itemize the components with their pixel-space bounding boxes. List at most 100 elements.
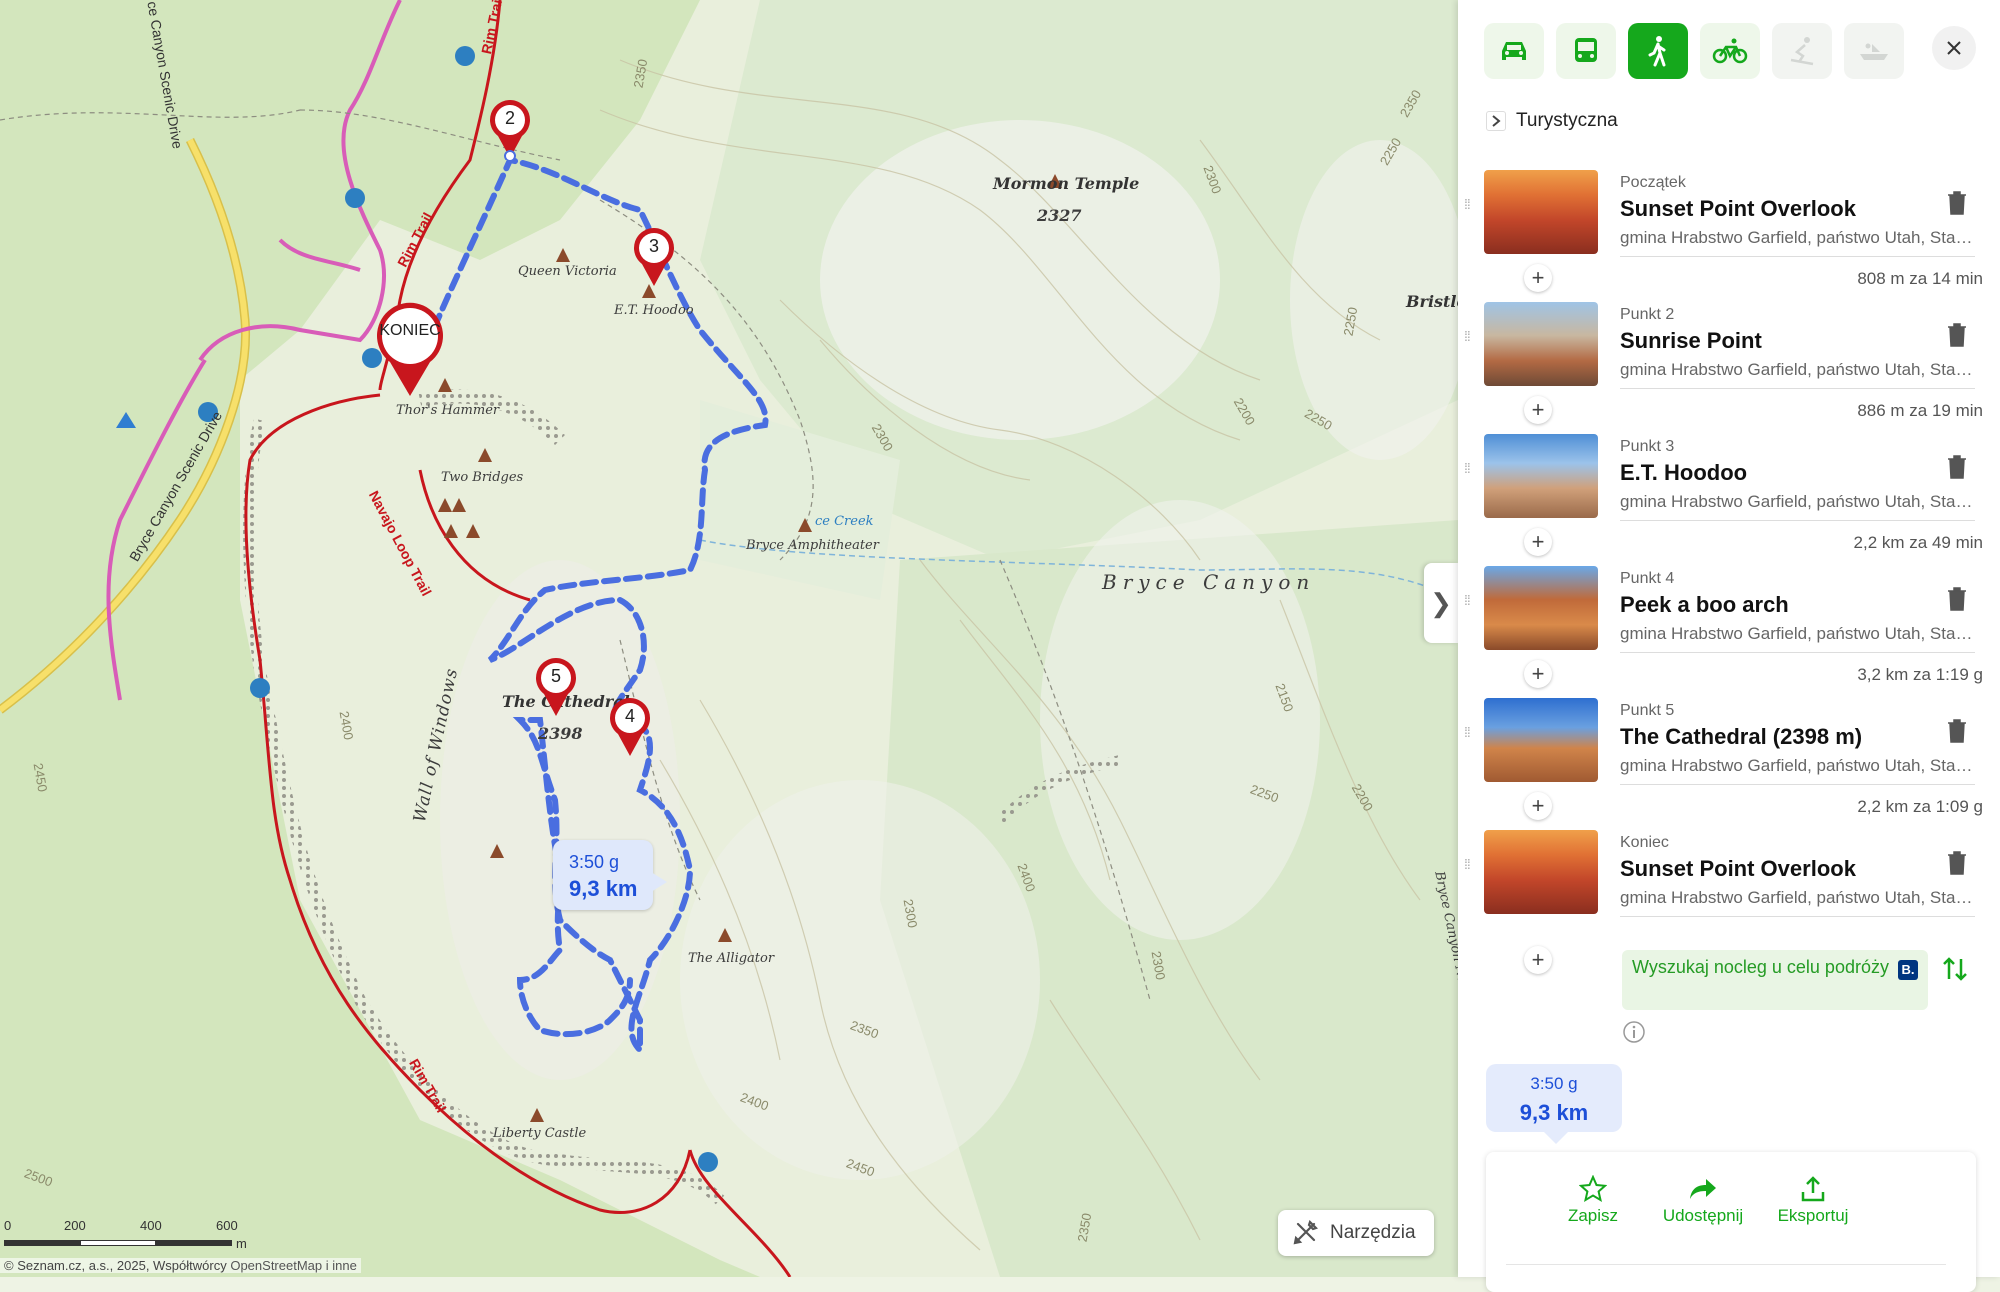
pin-number: 3 — [648, 236, 659, 256]
insert-waypoint-button[interactable]: + — [1524, 792, 1552, 820]
chevron-right-icon — [1486, 111, 1506, 131]
route-pin-4[interactable]: 4 — [608, 696, 652, 756]
scale-segment — [4, 1240, 80, 1246]
route-pin-2[interactable]: 2 — [488, 98, 532, 162]
drag-handle-icon[interactable]: ⁞⁞ — [1464, 593, 1476, 607]
delete-waypoint-button[interactable] — [1946, 850, 1968, 881]
waypoint-address: gmina Hrabstwo Garfield, państwo Utah, S… — [1620, 756, 1975, 785]
waypoint-address: gmina Hrabstwo Garfield, państwo Utah, S… — [1620, 492, 1975, 521]
mode-ski-button[interactable] — [1772, 23, 1832, 79]
waypoint-row[interactable]: ⁞⁞ Początek Sunset Point Overlook gmina Hra… — [1458, 170, 2000, 270]
pin-number: 2 — [504, 108, 515, 128]
drag-handle-icon[interactable]: ⁞⁞ — [1464, 197, 1476, 211]
collapse-panel-button[interactable]: ❯ — [1424, 563, 1458, 643]
waypoint-row[interactable]: ⁞⁞ Punkt 5 The Cathedral (2398 m) gmina Hra… — [1458, 698, 2000, 798]
tools-label: Narzędzia — [1330, 1222, 1416, 1243]
insert-waypoint-button[interactable]: + — [1524, 528, 1552, 556]
close-button[interactable] — [1932, 26, 1976, 70]
waypoint-thumbnail — [1484, 170, 1598, 254]
route-pin-5[interactable]: 5 — [534, 656, 578, 716]
waypoint-row[interactable]: ⁞⁞ Punkt 4 Peek a boo arch gmina Hrabstwo G… — [1458, 566, 2000, 666]
drag-handle-icon[interactable]: ⁞⁞ — [1464, 725, 1476, 739]
scale-tick: 200 — [64, 1218, 86, 1233]
pin-marker-icon — [377, 302, 443, 396]
mode-bike-button[interactable] — [1700, 23, 1760, 79]
waypoint-name[interactable]: Sunrise Point — [1620, 328, 1762, 354]
tools-button[interactable]: Narzędzia — [1278, 1210, 1434, 1256]
label-cathedral-elev: 2398 — [538, 724, 583, 743]
star-icon — [1579, 1175, 1607, 1203]
bubble-tail — [651, 872, 667, 892]
tools-icon — [1293, 1220, 1318, 1245]
waypoint-name[interactable]: E.T. Hoodoo — [1620, 460, 1747, 486]
summary-tail — [1544, 1132, 1568, 1144]
share-button[interactable]: Udostępnij — [1648, 1172, 1758, 1226]
reverse-route-button[interactable] — [1942, 955, 1968, 988]
mode-walk-button[interactable] — [1628, 23, 1688, 79]
mode-boat-button[interactable] — [1844, 23, 1904, 79]
drag-handle-icon[interactable]: ⁞⁞ — [1464, 461, 1476, 475]
waypoint-thumbnail — [1484, 566, 1598, 650]
drag-handle-icon[interactable]: ⁞⁞ — [1464, 329, 1476, 343]
route-pin-3[interactable]: 3 — [632, 226, 676, 286]
delete-waypoint-button[interactable] — [1946, 586, 1968, 617]
delete-waypoint-button[interactable] — [1946, 322, 1968, 353]
trash-icon — [1948, 587, 1966, 611]
add-waypoint-button[interactable]: + — [1524, 946, 1552, 974]
pin-end-label: KONIEC — [379, 322, 441, 339]
segment-info: 808 m za 14 min — [1857, 269, 1983, 288]
waypoint-address: gmina Hrabstwo Garfield, państwo Utah, S… — [1620, 228, 1975, 257]
route-pin-end[interactable]: KONIEC — [374, 302, 446, 398]
map-canvas[interactable]: Mormon Temple 2327 Bristle Queen Victori… — [0, 0, 1458, 1277]
waypoint-name[interactable]: Peek a boo arch — [1620, 592, 1789, 618]
segment-info: 2,2 km za 1:09 g — [1857, 797, 1983, 816]
route-summary: 3:50 g 9,3 km — [1486, 1064, 1622, 1144]
waypoint-address: gmina Hrabstwo Garfield, państwo Utah, S… — [1620, 624, 1975, 653]
waypoint-label: Punkt 4 — [1620, 570, 1675, 587]
export-button[interactable]: Eksportuj — [1758, 1172, 1868, 1226]
label-the-alligator: The Alligator — [688, 951, 775, 966]
waypoint-name[interactable]: The Cathedral (2398 m) — [1620, 724, 1862, 750]
walk-icon — [1648, 36, 1666, 67]
ski-icon — [1790, 37, 1814, 66]
label-mormon-temple: Mormon Temple — [993, 174, 1140, 193]
transport-modes — [1484, 23, 1904, 79]
waypoint-label: Początek — [1620, 174, 1686, 191]
waypoint-row[interactable]: ⁞⁞ Punkt 3 E.T. Hoodoo gmina Hrabstwo Garfi… — [1458, 434, 2000, 534]
summary-time: 3:50 g — [1530, 1074, 1578, 1093]
route-type-selector[interactable]: Turystyczna — [1486, 110, 1618, 132]
save-button[interactable]: Zapisz — [1538, 1172, 1648, 1226]
waypoint-label: Punkt 3 — [1620, 438, 1675, 455]
bike-icon — [1712, 38, 1748, 64]
waypoint-thumbnail — [1484, 302, 1598, 386]
waypoint-row[interactable]: ⁞⁞ Punkt 2 Sunrise Point gmina Hrabstwo Gar… — [1458, 302, 2000, 402]
route-segment: +2,2 km za 1:09 g — [1458, 792, 2000, 820]
trash-icon — [1948, 191, 1966, 215]
delete-waypoint-button[interactable] — [1946, 454, 1968, 485]
mode-car-button[interactable] — [1484, 23, 1544, 79]
export-icon — [1801, 1176, 1825, 1202]
waypoint-label: Koniec — [1620, 834, 1669, 851]
insert-waypoint-button[interactable]: + — [1524, 264, 1552, 292]
delete-waypoint-button[interactable] — [1946, 190, 1968, 221]
waypoint-row[interactable]: ⁞⁞ Koniec Sunset Point Overlook gmina Hrabs… — [1458, 830, 2000, 930]
map-base — [0, 0, 1458, 1277]
label-two-bridges: Two Bridges — [441, 470, 524, 485]
close-icon — [1947, 41, 1961, 55]
drag-handle-icon[interactable]: ⁞⁞ — [1464, 857, 1476, 871]
waypoint-name[interactable]: Sunset Point Overlook — [1620, 856, 1856, 882]
insert-waypoint-button[interactable]: + — [1524, 660, 1552, 688]
chevron-right-icon: ❯ — [1430, 587, 1452, 618]
booking-search-button[interactable]: Wyszukaj nocleg u celu podróży B. — [1622, 950, 1928, 1010]
attribution-link[interactable]: OpenStreetMap i inne — [230, 1258, 356, 1273]
segment-info: 3,2 km za 1:19 g — [1857, 665, 1983, 684]
label-queen-victoria: Queen Victoria — [518, 264, 617, 279]
delete-waypoint-button[interactable] — [1946, 718, 1968, 749]
waypoint-label: Punkt 5 — [1620, 702, 1675, 719]
insert-waypoint-button[interactable]: + — [1524, 396, 1552, 424]
route-summary-bubble[interactable]: 3:50 g 9,3 km — [553, 840, 667, 910]
mode-bus-button[interactable] — [1556, 23, 1616, 79]
waypoint-name[interactable]: Sunset Point Overlook — [1620, 196, 1856, 222]
info-button[interactable] — [1622, 1020, 1646, 1049]
waypoint-address: gmina Hrabstwo Garfield, państwo Utah, S… — [1620, 888, 1975, 917]
